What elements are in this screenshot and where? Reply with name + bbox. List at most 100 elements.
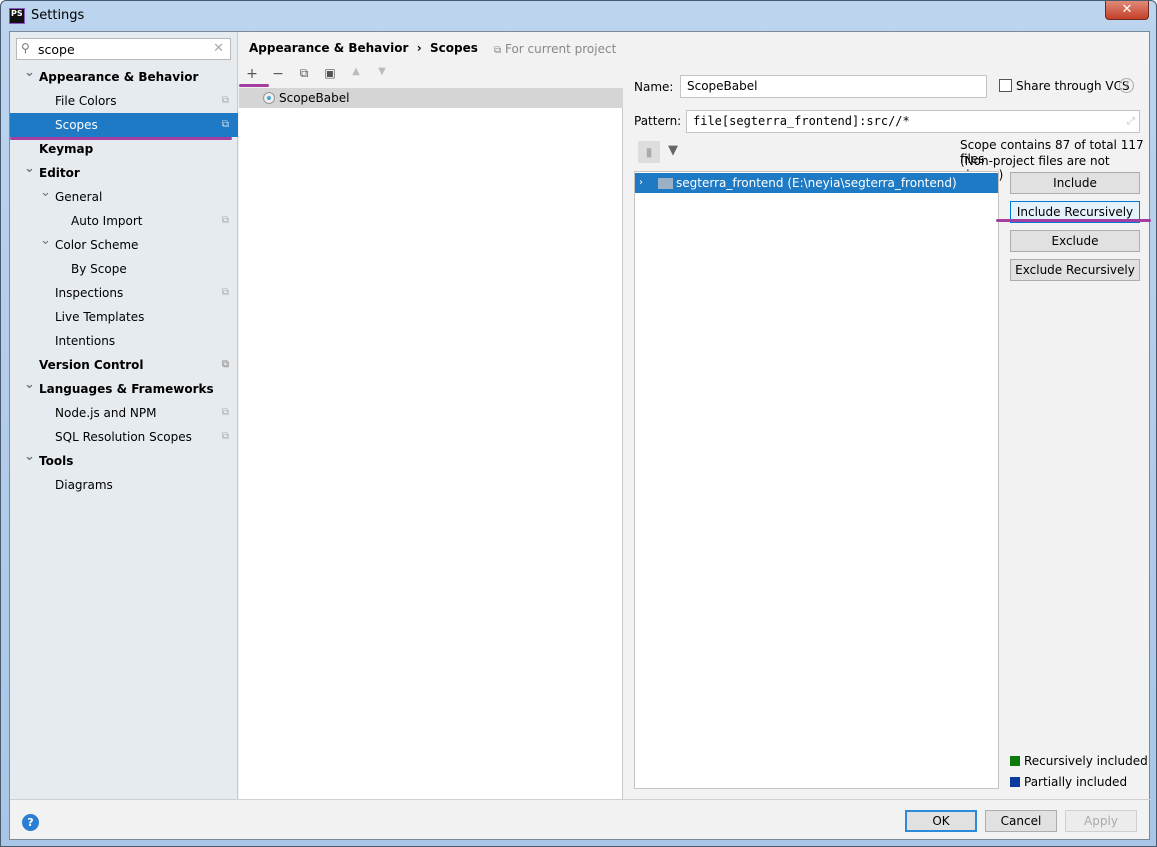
exclude-recursively-button[interactable]: Exclude Recursively <box>1010 259 1140 281</box>
sidebar-item-color-scheme[interactable]: ⌄ Color Scheme <box>10 233 238 257</box>
scopes-toolbar: + − ⧉ ▣ ▲ ▼ <box>239 64 623 88</box>
sidebar-item-label: Live Templates <box>55 310 145 324</box>
sidebar-item-by-scope[interactable]: By Scope <box>10 257 238 281</box>
legend-partial: Partially included <box>1010 775 1127 789</box>
clear-search-icon[interactable]: ✕ <box>213 41 224 56</box>
for-current-project: ⧉ For current project <box>494 42 616 56</box>
project-copy-icon: ⧉ <box>221 359 229 370</box>
breadcrumb-current: Scopes <box>430 41 478 55</box>
include-button[interactable]: Include <box>1010 172 1140 194</box>
legend-label: Partially included <box>1024 775 1128 789</box>
dialog-footer: ? OK Cancel Apply <box>10 799 1151 841</box>
scope-list-item[interactable]: ScopeBabel <box>239 88 623 108</box>
name-field[interactable]: ScopeBabel <box>680 75 987 98</box>
sidebar-item-label: Keymap <box>39 142 94 156</box>
legend-label: Recursively included <box>1024 754 1148 768</box>
sidebar-item-appearance-behavior[interactable]: ⌄ Appearance & Behavior <box>10 65 238 89</box>
sidebar-item-label: Version Control <box>39 358 144 372</box>
sidebar-item-version-control[interactable]: Version Control ⧉ <box>10 353 238 377</box>
title-bar: PS Settings ✕ <box>1 1 1156 31</box>
settings-sidebar: ⚲ scope ✕ ⌄ Appearance & Behavior File Col… <box>10 32 238 799</box>
add-scope-icon[interactable]: + <box>242 66 262 82</box>
search-input[interactable]: ⚲ scope ✕ <box>16 38 231 60</box>
project-copy-icon: ⧉ <box>221 287 229 298</box>
sidebar-item-intentions[interactable]: Intentions <box>10 329 238 353</box>
chevron-right-icon[interactable]: › <box>639 173 643 193</box>
chevron-down-icon[interactable]: ⌄ <box>24 445 35 469</box>
chevron-down-icon[interactable]: ⌄ <box>40 229 51 253</box>
remove-scope-icon[interactable]: − <box>268 66 288 82</box>
sidebar-item-general[interactable]: ⌄ General <box>10 185 238 209</box>
settings-window: PS Settings ✕ ⚲ scope ✕ ⌄ Appearance & Be… <box>0 0 1157 847</box>
sidebar-item-languages-frameworks[interactable]: ⌄ Languages & Frameworks <box>10 377 238 401</box>
sidebar-item-keymap[interactable]: Keymap <box>10 137 238 161</box>
project-tree: › segterra_frontend (E:\neyia\segterra_f… <box>634 171 999 789</box>
close-button[interactable]: ✕ <box>1105 1 1149 20</box>
sidebar-item-scopes[interactable]: Scopes ⧉ <box>10 113 238 137</box>
sidebar-item-diagrams[interactable]: Diagrams <box>10 473 238 497</box>
chevron-down-icon[interactable]: ⌄ <box>24 157 35 181</box>
chevron-down-icon[interactable]: ⌄ <box>24 61 35 85</box>
copy-scope-icon[interactable]: ⧉ <box>294 66 314 81</box>
search-value: scope <box>38 42 75 57</box>
help-icon[interactable]: ? <box>1119 78 1134 93</box>
scope-icon <box>263 92 275 104</box>
folder-icon <box>658 178 673 189</box>
sidebar-item-label: Node.js and NPM <box>55 406 157 420</box>
project-copy-icon: ⧉ <box>221 431 229 442</box>
search-icon: ⚲ <box>21 41 30 55</box>
sidebar-item-label: Color Scheme <box>55 238 139 252</box>
project-copy-icon: ⧉ <box>221 215 229 226</box>
save-scope-icon[interactable]: ▣ <box>320 66 340 80</box>
pattern-value: file[segterra_frontend]:src//* <box>693 114 910 128</box>
green-swatch <box>1010 756 1020 766</box>
expand-icon[interactable]: ⤢ <box>1127 111 1135 132</box>
sidebar-item-label: Tools <box>39 454 74 468</box>
apply-button[interactable]: Apply <box>1065 810 1137 832</box>
sidebar-item-label: Diagrams <box>55 478 113 492</box>
for-project-label: For current project <box>504 42 617 56</box>
file-icon[interactable]: ▮ <box>638 141 660 163</box>
dialog-body: ⚲ scope ✕ ⌄ Appearance & Behavior File Col… <box>9 31 1151 841</box>
phpstorm-logo-icon: PS <box>9 8 25 24</box>
sidebar-item-label: General <box>55 190 103 204</box>
chevron-down-icon[interactable]: ⌄ <box>24 373 35 397</box>
cancel-button[interactable]: Cancel <box>985 810 1057 832</box>
filter-icon[interactable]: ▼ <box>668 143 678 158</box>
highlight-underline <box>996 219 1151 222</box>
sidebar-item-node-js-and-npm[interactable]: Node.js and NPM ⧉ <box>10 401 238 425</box>
scope-editor: Name: ScopeBabel Share through VCS ? Pat… <box>624 32 1151 799</box>
sidebar-item-label: Scopes <box>55 118 98 132</box>
sidebar-item-inspections[interactable]: Inspections ⧉ <box>10 281 238 305</box>
sidebar-item-sql-resolution-scopes[interactable]: SQL Resolution Scopes ⧉ <box>10 425 238 449</box>
highlight-underline <box>10 137 232 140</box>
sidebar-item-live-templates[interactable]: Live Templates <box>10 305 238 329</box>
tree-row[interactable]: › segterra_frontend (E:\neyia\segterra_f… <box>635 173 998 193</box>
sidebar-item-tools[interactable]: ⌄ Tools <box>10 449 238 473</box>
chevron-down-icon[interactable]: ⌄ <box>40 181 51 205</box>
sidebar-item-label: Intentions <box>55 334 116 348</box>
ok-button[interactable]: OK <box>905 810 977 832</box>
breadcrumb: Appearance & Behavior › Scopes <box>249 41 478 55</box>
sidebar-item-label: File Colors <box>55 94 117 108</box>
move-up-icon[interactable]: ▲ <box>346 66 366 77</box>
sidebar-item-label: By Scope <box>71 262 127 276</box>
share-vcs-checkbox[interactable] <box>999 79 1012 92</box>
project-copy-icon: ⧉ <box>221 119 229 130</box>
exclude-button[interactable]: Exclude <box>1010 230 1140 252</box>
tree-root-label: segterra_frontend (E:\neyia\segterra_fro… <box>676 176 957 190</box>
name-label: Name: <box>634 80 674 94</box>
copy-icon: ⧉ <box>494 45 502 56</box>
move-down-icon[interactable]: ▼ <box>372 66 392 77</box>
sidebar-item-label: Appearance & Behavior <box>39 70 199 84</box>
sidebar-item-label: SQL Resolution Scopes <box>55 430 192 444</box>
pattern-field[interactable]: file[segterra_frontend]:src//* ⤢ <box>686 110 1140 133</box>
breadcrumb-separator: › <box>416 41 422 55</box>
share-vcs-label: Share through VCS <box>1016 79 1130 93</box>
sidebar-item-label: Languages & Frameworks <box>39 382 214 396</box>
breadcrumb-parent: Appearance & Behavior <box>249 41 409 55</box>
sidebar-item-label: Auto Import <box>71 214 143 228</box>
pattern-label: Pattern: <box>634 114 682 128</box>
help-button[interactable]: ? <box>22 814 39 831</box>
sidebar-item-file-colors[interactable]: File Colors ⧉ <box>10 89 238 113</box>
